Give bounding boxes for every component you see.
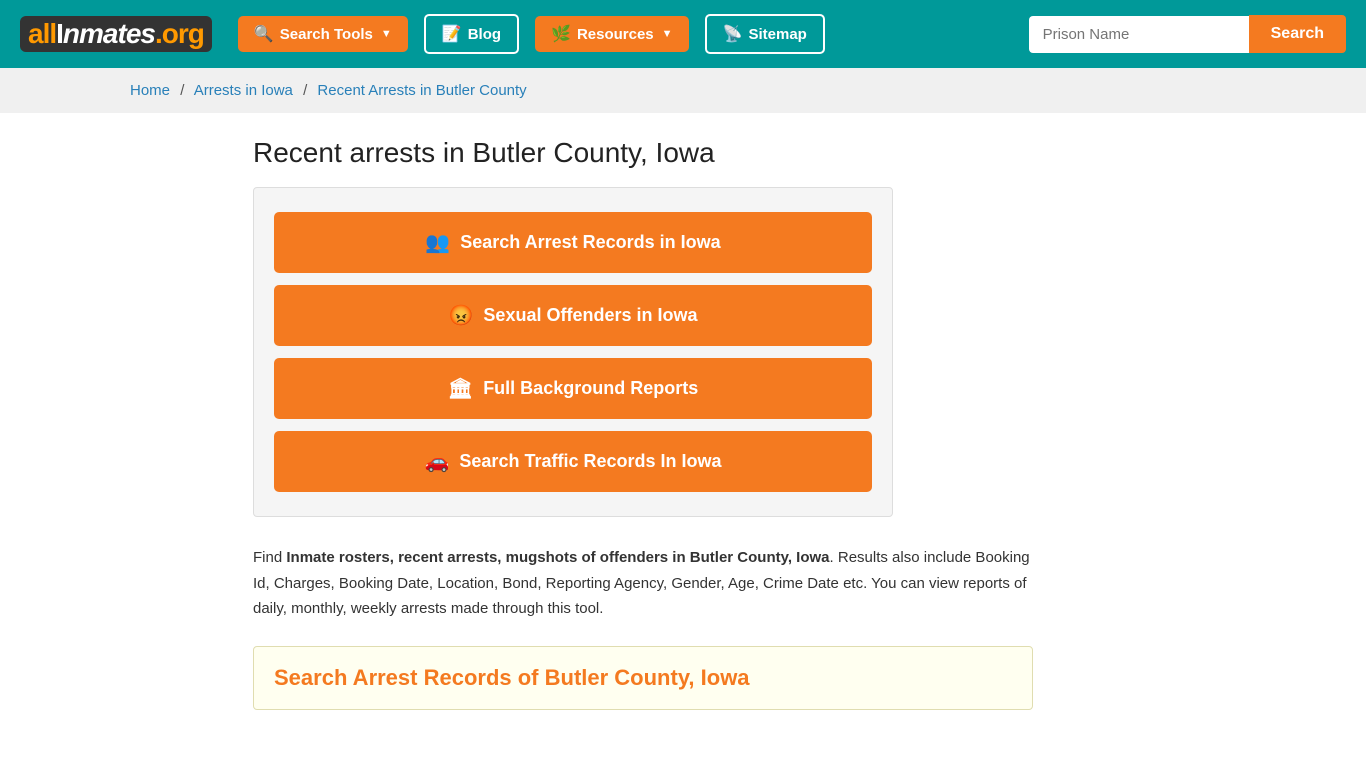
logo-all: all bbox=[28, 18, 56, 49]
breadcrumb-sep-2: / bbox=[303, 82, 307, 99]
sexual-offenders-label: Sexual Offenders in Iowa bbox=[483, 305, 697, 326]
prison-name-input[interactable] bbox=[1029, 16, 1249, 53]
site-header: allInmates.org 🔍 Search Tools ▼ 📝 Blog 🌿… bbox=[0, 0, 1366, 68]
sexual-offenders-button[interactable]: 😡 Sexual Offenders in Iowa bbox=[274, 285, 872, 346]
sitemap-icon: 📡 bbox=[723, 24, 743, 44]
nav-search-tools-label: Search Tools bbox=[280, 26, 373, 43]
nav-resources-label: Resources bbox=[577, 26, 654, 43]
chevron-down-icon: ▼ bbox=[381, 28, 392, 40]
blog-icon: 📝 bbox=[442, 24, 462, 44]
header-search-group: Search bbox=[1029, 15, 1346, 53]
people-icon: 👥 bbox=[425, 230, 450, 255]
background-reports-button[interactable]: 🏛 Full Background Reports bbox=[274, 358, 872, 419]
chevron-down-icon-2: ▼ bbox=[662, 28, 673, 40]
site-logo[interactable]: allInmates.org bbox=[20, 16, 212, 52]
nav-blog-label: Blog bbox=[468, 26, 501, 43]
background-reports-label: Full Background Reports bbox=[483, 378, 698, 399]
search-section-title: Search Arrest Records of Butler County, … bbox=[274, 665, 1012, 691]
arrest-records-button[interactable]: 👥 Search Arrest Records in Iowa bbox=[274, 212, 872, 273]
traffic-records-button[interactable]: 🚗 Search Traffic Records In Iowa bbox=[274, 431, 872, 492]
nav-resources[interactable]: 🌿 Resources ▼ bbox=[535, 16, 689, 52]
main-content: Recent arrests in Butler County, Iowa 👥 … bbox=[233, 113, 1133, 734]
nav-sitemap-label: Sitemap bbox=[748, 26, 806, 43]
nav-sitemap[interactable]: 📡 Sitemap bbox=[705, 14, 825, 54]
action-buttons-box: 👥 Search Arrest Records in Iowa 😡 Sexual… bbox=[253, 187, 893, 517]
logo-org: .org bbox=[155, 18, 204, 49]
breadcrumb-sep-1: / bbox=[180, 82, 184, 99]
header-search-button[interactable]: Search bbox=[1249, 15, 1346, 53]
car-icon: 🚗 bbox=[425, 449, 450, 474]
nav-search-tools[interactable]: 🔍 Search Tools ▼ bbox=[238, 16, 408, 52]
building-icon: 🏛 bbox=[448, 376, 473, 401]
breadcrumb-arrests-iowa[interactable]: Arrests in Iowa bbox=[194, 82, 293, 99]
search-tools-icon: 🔍 bbox=[254, 24, 274, 44]
description-text: Find Inmate rosters, recent arrests, mug… bbox=[253, 545, 1033, 622]
arrest-records-label: Search Arrest Records in Iowa bbox=[460, 232, 720, 253]
nav-blog[interactable]: 📝 Blog bbox=[424, 14, 519, 54]
search-section-box: Search Arrest Records of Butler County, … bbox=[253, 646, 1033, 710]
traffic-records-label: Search Traffic Records In Iowa bbox=[459, 451, 721, 472]
header-search-label: Search bbox=[1271, 25, 1324, 42]
logo-inmates: nmates bbox=[63, 18, 155, 49]
breadcrumb-current: Recent Arrests in Butler County bbox=[317, 82, 526, 99]
desc-bold: Inmate rosters, recent arrests, mugshots… bbox=[286, 549, 829, 566]
resources-icon: 🌿 bbox=[551, 24, 571, 44]
offender-icon: 😡 bbox=[449, 303, 474, 328]
breadcrumb: Home / Arrests in Iowa / Recent Arrests … bbox=[0, 68, 1366, 113]
breadcrumb-home[interactable]: Home bbox=[130, 82, 170, 99]
desc-prefix: Find bbox=[253, 549, 286, 566]
page-title: Recent arrests in Butler County, Iowa bbox=[253, 137, 1113, 169]
